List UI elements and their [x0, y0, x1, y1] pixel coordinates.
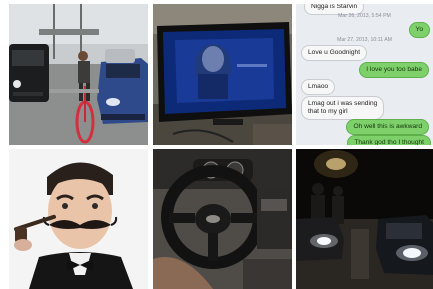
message-line: Lmag out i was sending	[308, 100, 378, 107]
photo-cars-and-cyclist[interactable]	[9, 4, 148, 145]
message-timestamp: Mar 27, 2013, 10:11 AM	[337, 37, 392, 43]
message-line: that to my girl	[308, 108, 348, 116]
image-results-grid: Nigga is Starvin Mar 26, 2013, 5:54 PM Y…	[0, 0, 433, 289]
text-conversation: Nigga is Starvin Mar 26, 2013, 5:54 PM Y…	[296, 4, 433, 145]
message-bubble-outgoing: Thank god tho I thought	[347, 135, 431, 145]
photo-night-street[interactable]	[296, 149, 433, 289]
photo-text-conversation[interactable]: Nigga is Starvin Mar 26, 2013, 5:54 PM Y…	[296, 4, 433, 145]
message-bubble-incoming: Lmag out i was sending that to my girl	[301, 96, 385, 121]
photo-tv-screen[interactable]	[153, 4, 292, 145]
message-bubble-incoming: Love u Goodnight	[301, 45, 368, 62]
message-bubble-incoming: Lmaoo	[301, 79, 336, 96]
message-timestamp: Mar 26, 2013, 5:54 PM	[338, 13, 391, 19]
photo-mustache-man[interactable]	[9, 149, 148, 289]
message-bubble-outgoing: Yo	[408, 22, 430, 39]
message-bubble-outgoing: Oh well this is awkward	[346, 119, 429, 136]
photo-steering-wheel[interactable]	[153, 149, 292, 289]
message-bubble-outgoing: I love you too babe	[359, 62, 429, 79]
